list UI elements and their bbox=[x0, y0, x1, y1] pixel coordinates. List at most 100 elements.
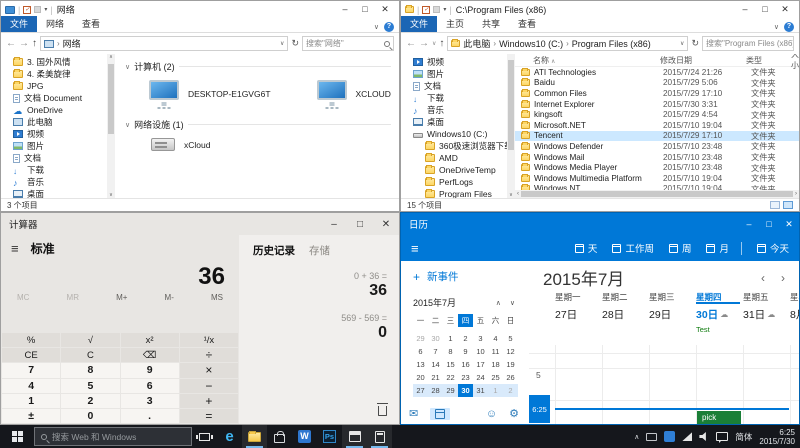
calc-key[interactable]: √ bbox=[61, 333, 119, 347]
day-column-header[interactable]: 星期二 28日 bbox=[602, 291, 649, 334]
maximize-button[interactable]: □ bbox=[347, 219, 373, 230]
sidebar-item[interactable]: 音乐 bbox=[401, 104, 507, 116]
tray-blue-app-icon[interactable] bbox=[664, 431, 675, 442]
mini-day-cell[interactable]: 4 bbox=[488, 332, 503, 345]
minimize-button[interactable]: – bbox=[739, 219, 759, 230]
view-workweek-button[interactable]: 工作周 bbox=[612, 241, 654, 255]
mini-day-cell[interactable]: 12 bbox=[503, 345, 518, 358]
close-button[interactable]: ✕ bbox=[779, 219, 799, 230]
qat-icon[interactable] bbox=[433, 6, 440, 13]
today-button[interactable]: 今天 bbox=[757, 241, 789, 255]
mini-day-cell[interactable]: 21 bbox=[428, 371, 443, 384]
taskbar-search-box[interactable]: 搜索 Web 和 Windows bbox=[34, 427, 192, 446]
mini-day-cell[interactable]: 24 bbox=[473, 371, 488, 384]
mini-day-cell[interactable]: 8 bbox=[443, 345, 458, 358]
breadcrumb[interactable]: 此电脑 › Windows10 (C:) › Program Files (x8… bbox=[447, 36, 688, 51]
computer-item[interactable]: DESKTOP-E1GVG6T bbox=[149, 80, 271, 108]
sidebar-item[interactable]: 文档 bbox=[1, 152, 107, 164]
close-button[interactable]: ✕ bbox=[775, 4, 795, 15]
sidebar-item[interactable]: 音乐 bbox=[1, 176, 107, 188]
volume-icon[interactable] bbox=[699, 432, 709, 442]
column-date[interactable]: 修改日期 bbox=[660, 55, 746, 66]
minimize-button[interactable]: – bbox=[335, 4, 355, 15]
task-view-button[interactable] bbox=[192, 425, 217, 448]
memory-button[interactable]: M+ bbox=[116, 293, 127, 308]
mini-day-cell[interactable]: 29 bbox=[443, 384, 458, 397]
store-button[interactable] bbox=[267, 425, 292, 448]
mini-day-cell[interactable]: 19 bbox=[503, 358, 518, 371]
collapse-icon[interactable]: ∨ bbox=[125, 63, 130, 71]
mini-prev-icon[interactable]: ∧ bbox=[496, 299, 501, 307]
calc-key[interactable]: = bbox=[180, 409, 238, 423]
mini-day-cell[interactable]: 10 bbox=[473, 345, 488, 358]
refresh-icon[interactable]: ↻ bbox=[691, 38, 699, 49]
computer-item[interactable]: XCLOUD bbox=[317, 80, 391, 108]
calc-key[interactable]: − bbox=[180, 379, 238, 393]
history-entry[interactable]: 569 - 569 = 0 bbox=[251, 313, 387, 342]
device-item[interactable]: xCloud bbox=[151, 138, 210, 151]
calendar-app-button[interactable] bbox=[342, 425, 367, 448]
sidebar-item[interactable]: 下载 bbox=[401, 92, 507, 104]
mini-day-cell[interactable]: 22 bbox=[443, 371, 458, 384]
action-center-icon[interactable] bbox=[716, 432, 728, 441]
mini-day-cell[interactable]: 5 bbox=[503, 332, 518, 345]
mini-day-cell[interactable]: 18 bbox=[488, 358, 503, 371]
mini-day-cell[interactable]: 7 bbox=[428, 345, 443, 358]
minimize-button[interactable]: – bbox=[321, 219, 347, 230]
sidebar-scrollbar[interactable]: ∨ bbox=[507, 54, 515, 198]
back-button[interactable]: ← bbox=[6, 38, 16, 49]
sidebar-item[interactable]: 360极速浏览器下载 bbox=[401, 140, 507, 152]
sidebar-item[interactable]: 视频 bbox=[401, 56, 507, 68]
memory-button[interactable]: MR bbox=[67, 293, 79, 308]
group-header-computers[interactable]: ∨ 计算机 (2) bbox=[125, 60, 391, 73]
calc-key[interactable]: 5 bbox=[61, 379, 119, 393]
mini-day-cell[interactable]: 2 bbox=[458, 332, 473, 345]
calc-key[interactable]: ⌫ bbox=[121, 348, 179, 362]
menu-icon[interactable]: ≡ bbox=[11, 241, 19, 256]
help-icon[interactable]: ? bbox=[784, 22, 794, 32]
photoshop-button[interactable]: Ps bbox=[317, 425, 342, 448]
view-month-button[interactable]: 月 bbox=[706, 241, 729, 255]
breadcrumb[interactable]: › 网络 ∨ bbox=[40, 36, 288, 51]
mini-day-cell[interactable]: 29 bbox=[413, 332, 428, 345]
menu-icon[interactable]: ≡ bbox=[411, 241, 419, 256]
calc-key[interactable]: . bbox=[121, 409, 179, 423]
taskbar-clock[interactable]: 6:25 2015/7/30 bbox=[759, 428, 795, 446]
calc-key[interactable]: 0 bbox=[61, 409, 119, 423]
day-column-header[interactable]: 星期三 29日 bbox=[649, 291, 696, 334]
mini-day-cell[interactable]: 30 bbox=[428, 332, 443, 345]
tab-file[interactable]: 文件 bbox=[401, 16, 437, 32]
calc-key[interactable]: ± bbox=[2, 409, 60, 423]
mini-day-cell[interactable]: 23 bbox=[458, 371, 473, 384]
crumb-this-pc[interactable]: 此电脑 bbox=[463, 37, 490, 50]
refresh-icon[interactable]: ↻ bbox=[291, 38, 299, 49]
tray-expand-icon[interactable]: ∧ bbox=[634, 433, 639, 441]
sidebar-scrollbar[interactable]: ∧ ∨ bbox=[107, 54, 115, 198]
mini-day-cell[interactable]: 1 bbox=[488, 384, 503, 397]
calc-key[interactable]: 9 bbox=[121, 363, 179, 377]
maximize-button[interactable]: □ bbox=[355, 4, 375, 15]
mini-day-cell[interactable]: 11 bbox=[488, 345, 503, 358]
tab-file[interactable]: 文件 bbox=[1, 16, 37, 32]
settings-gear-icon[interactable]: ⚙ bbox=[509, 407, 519, 420]
word-app-button[interactable]: W bbox=[292, 425, 317, 448]
sidebar-item[interactable]: 3. 国外风情 bbox=[1, 56, 107, 68]
collapse-icon[interactable]: ∨ bbox=[125, 121, 130, 129]
mini-day-cell[interactable]: 25 bbox=[488, 371, 503, 384]
column-type[interactable]: 类型 bbox=[746, 55, 791, 66]
details-view-icon[interactable] bbox=[770, 201, 780, 209]
all-day-event-label[interactable]: Test bbox=[696, 325, 743, 334]
prev-week-icon[interactable]: ‹ bbox=[761, 271, 765, 285]
search-box[interactable]: 搜索"Program Files (x86)" bbox=[702, 36, 794, 51]
calc-key[interactable]: ¹/x bbox=[180, 333, 238, 347]
properties-icon[interactable]: ✓ bbox=[23, 6, 31, 14]
memory-button[interactable]: MC bbox=[17, 293, 29, 308]
ribbon-expand-icon[interactable]: ∨ bbox=[774, 23, 779, 31]
sidebar-item[interactable]: Windows10 (C:) bbox=[401, 128, 507, 140]
calc-key[interactable]: 7 bbox=[2, 363, 60, 377]
file-explorer-button[interactable] bbox=[242, 425, 267, 448]
calc-key[interactable]: 4 bbox=[2, 379, 60, 393]
view-day-button[interactable]: 天 bbox=[575, 241, 598, 255]
mini-day-cell[interactable]: 14 bbox=[428, 358, 443, 371]
history-entry[interactable]: 0 + 36 = 36 bbox=[251, 271, 387, 300]
